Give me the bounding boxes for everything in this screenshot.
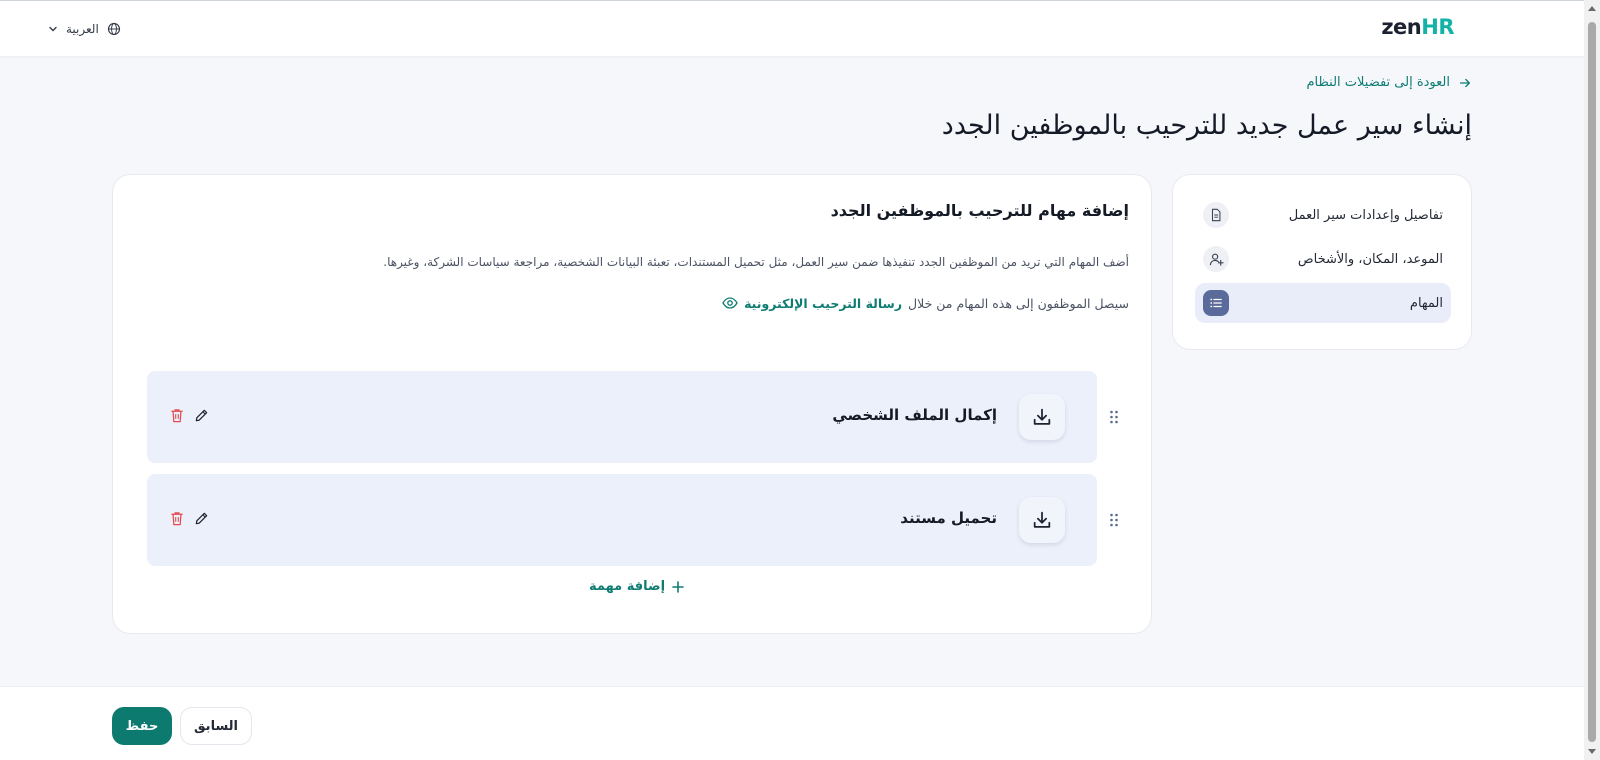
task-name: تحميل مستند	[900, 509, 997, 527]
globe-icon	[107, 22, 120, 36]
chevron-down-icon	[49, 26, 57, 32]
language-label: العربية	[66, 22, 99, 36]
previous-button[interactable]: السابق	[180, 707, 252, 745]
list-icon	[1203, 290, 1229, 316]
scrollbar-thumb[interactable]	[1588, 22, 1596, 742]
logo-zen-text: zen	[1381, 15, 1422, 39]
step-tasks[interactable]: المهام	[1195, 283, 1451, 323]
task-actions	[169, 510, 209, 526]
section-title: إضافة مهام للترحيب بالموظفين الجدد	[830, 201, 1129, 220]
language-switcher[interactable]: العربية	[48, 19, 121, 39]
save-button[interactable]: حفظ	[112, 707, 172, 745]
zenhr-logo[interactable]: zenHR	[1381, 15, 1454, 39]
task-row[interactable]: إكمال الملف الشخصي	[147, 371, 1097, 463]
arrow-right-icon	[1459, 78, 1471, 87]
step-workflow-details[interactable]: تفاصيل وإعدادات سير العمل	[1195, 195, 1451, 235]
task-icon-box	[1019, 394, 1065, 440]
notice-text: سيصل الموظفون إلى هذه المهام من خلال	[908, 295, 1129, 311]
back-link-label: العودة إلى تفضيلات النظام	[1306, 75, 1450, 90]
back-to-system-preferences-link[interactable]: العودة إلى تفضيلات النظام	[1306, 75, 1472, 90]
section-description: أضف المهام التي تريد من الموظفين الجدد ت…	[383, 255, 1129, 269]
footer-actions-bar: حفظ السابق	[0, 686, 1584, 760]
eye-icon[interactable]	[722, 295, 738, 311]
task-row[interactable]: تحميل مستند	[147, 474, 1097, 566]
tasks-section-card: إضافة مهام للترحيب بالموظفين الجدد أضف ا…	[112, 174, 1152, 634]
trash-icon[interactable]	[169, 407, 185, 423]
add-user-icon	[1203, 246, 1229, 272]
workflow-steps-panel: تفاصيل وإعدادات سير العمل الموعد، المكان…	[1172, 174, 1472, 350]
step-date-place-people[interactable]: الموعد، المكان، والأشخاص	[1195, 239, 1451, 279]
drag-handle-icon[interactable]	[1107, 510, 1121, 530]
task-name: إكمال الملف الشخصي	[832, 406, 997, 424]
scroll-down-arrow-icon[interactable]	[1588, 749, 1596, 754]
top-bar: zenHR العربية	[0, 0, 1584, 56]
page-scrollbar[interactable]	[1584, 0, 1600, 760]
edit-pencil-icon[interactable]	[193, 407, 209, 423]
add-task-button[interactable]: إضافة مهمة	[589, 579, 685, 594]
drag-handle-icon[interactable]	[1107, 407, 1121, 427]
add-task-label: إضافة مهمة	[589, 579, 666, 594]
page-title: إنشاء سير عمل جديد للترحيب بالموظفين الج…	[941, 110, 1472, 141]
step-label: المهام	[1409, 295, 1443, 311]
scroll-up-arrow-icon[interactable]	[1588, 6, 1596, 11]
download-icon	[1033, 511, 1051, 528]
task-actions	[169, 407, 209, 423]
logo-hr-text: HR	[1421, 15, 1454, 39]
task-icon-box	[1019, 497, 1065, 543]
welcome-email-link[interactable]: رسالة الترحيب الإلكترونية	[744, 296, 902, 311]
plus-icon	[672, 580, 684, 593]
welcome-email-notice: سيصل الموظفون إلى هذه المهام من خلال رسا…	[722, 295, 1129, 311]
download-icon	[1033, 408, 1051, 425]
edit-pencil-icon[interactable]	[193, 510, 209, 526]
trash-icon[interactable]	[169, 510, 185, 526]
step-label: الموعد، المكان، والأشخاص	[1297, 251, 1443, 267]
step-label: تفاصيل وإعدادات سير العمل	[1288, 207, 1443, 223]
document-icon	[1203, 202, 1229, 228]
